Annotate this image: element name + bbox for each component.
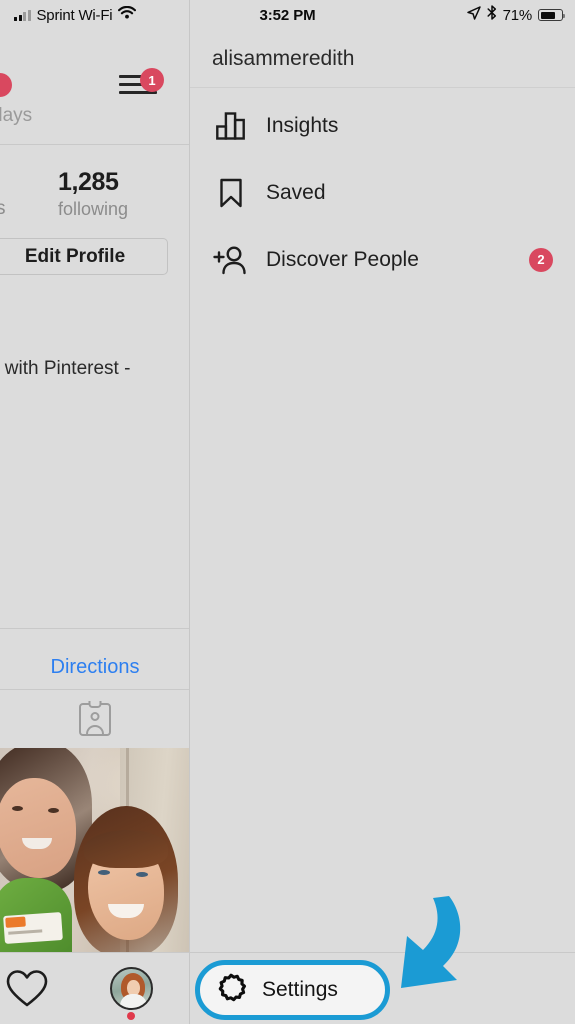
bookmark-saved-icon (210, 177, 252, 209)
bluetooth-icon (487, 5, 497, 25)
profile-stats: s 1,285 following (0, 160, 190, 235)
bottom-tab-bar (0, 952, 190, 1024)
status-bar-right: 71% (466, 0, 565, 30)
slide-out-menu-panel: alisammeredith Insights Saved Discover P… (190, 0, 575, 1024)
profile-panel-underlay: 1 days s 1,285 following Edit Profile s … (0, 0, 190, 1024)
tagged-photos-icon[interactable] (79, 701, 111, 736)
add-person-icon (210, 244, 252, 276)
edit-profile-button[interactable]: Edit Profile (0, 238, 168, 275)
clock-label: 3:52 PM (259, 6, 316, 24)
menu-item-label: Discover People (266, 247, 419, 271)
settings-label: Settings (262, 978, 338, 1001)
gear-settings-icon (212, 973, 250, 1007)
menu-header: alisammeredith (190, 30, 575, 88)
following-count: 1,285 (58, 168, 119, 196)
days-row: days (0, 88, 190, 145)
divider (0, 628, 190, 629)
profile-photo-thumbnail[interactable] (0, 748, 190, 953)
following-stat[interactable]: 1,285 following (58, 168, 188, 220)
battery-icon (538, 9, 565, 21)
menu-item-insights[interactable]: Insights (190, 92, 575, 159)
days-label: days (0, 105, 33, 126)
settings-button[interactable]: Settings (200, 965, 385, 1015)
avatar (110, 967, 153, 1010)
location-arrow-icon (466, 5, 481, 25)
menu-item-discover-people[interactable]: Discover People 2 (190, 226, 575, 293)
avatar-notification-dot (127, 1012, 135, 1020)
clipped-stat-label: s (0, 198, 6, 219)
heart-activity-icon[interactable] (6, 969, 48, 1009)
profile-navbar: 1 (0, 30, 190, 97)
menu-item-saved[interactable]: Saved (190, 159, 575, 226)
discover-people-badge: 2 (529, 247, 553, 272)
menu-item-label: Saved (266, 180, 326, 204)
settings-highlight-box: Settings (195, 960, 390, 1020)
following-label: following (58, 199, 129, 219)
insights-bar-chart-icon (210, 110, 252, 142)
username-title: alisammeredith (212, 46, 355, 70)
phone-screen: 1 days s 1,285 following Edit Profile s … (0, 0, 575, 1024)
menu-item-label: Insights (266, 113, 339, 137)
status-bar: Sprint Wi-Fi 3:52 PM 71% (0, 0, 575, 30)
profile-avatar-icon[interactable] (110, 967, 153, 1020)
profile-bio-text: s with Pinterest - (0, 358, 131, 379)
directions-link[interactable]: Directions (0, 646, 190, 689)
battery-percent-label: 71% (502, 6, 533, 24)
divider (0, 689, 190, 690)
menu-item-list: Insights Saved Discover People 2 (190, 92, 575, 293)
menu-footer: Settings (190, 952, 575, 1024)
